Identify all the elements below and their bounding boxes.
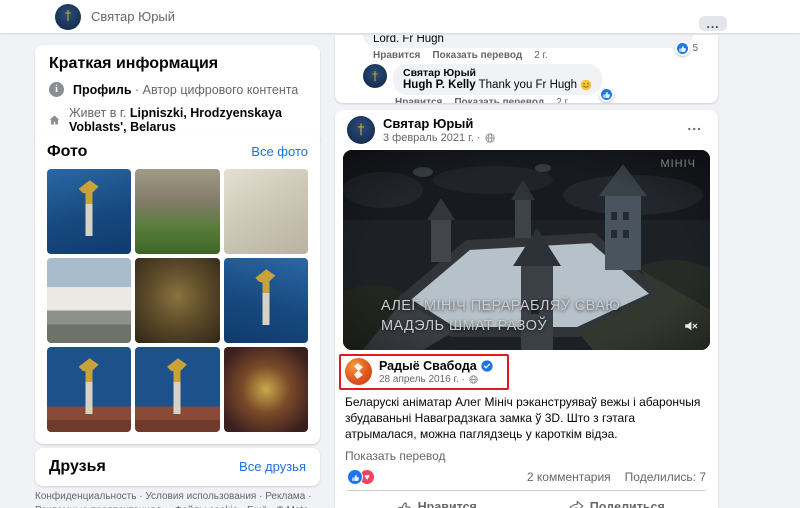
video-subtitle-line1: АЛЕГ МІНІЧ ПЕРАРАБЛЯЎ СВАЮ xyxy=(381,298,620,314)
photo-thumbnail[interactable] xyxy=(47,347,131,432)
divider xyxy=(347,490,706,491)
photo-thumbnail[interactable] xyxy=(224,169,308,254)
angel-statue-shape xyxy=(174,362,181,414)
profile-avatar[interactable]: † xyxy=(55,4,81,30)
profile-name[interactable]: Святар Юрый xyxy=(91,9,175,24)
intro-row-profile: i Профиль · Автор цифрового контента xyxy=(49,82,306,97)
info-icon: i xyxy=(49,82,64,97)
photo-thumbnail[interactable] xyxy=(135,347,219,432)
photos-title: Фото xyxy=(47,143,87,161)
reply-timestamp: 2 г. xyxy=(556,97,570,103)
reply-like-reaction-icon[interactable] xyxy=(599,87,614,102)
see-all-friends-link[interactable]: Все друзья xyxy=(239,459,306,474)
video-player[interactable]: МІНІЧ АЛЕГ МІНІЧ ПЕРАРАБЛЯЎ СВАЮ МАДЭЛЬ … xyxy=(343,150,710,350)
statue-glyph: † xyxy=(65,9,72,24)
see-all-photos-link[interactable]: Все фото xyxy=(251,144,308,159)
reply-text: Hugh P. Kelly Thank you Fr Hugh xyxy=(403,79,592,91)
friends-title: Друзья xyxy=(49,458,106,476)
reply-actions: Нравится Показать перевод 2 г. xyxy=(395,97,718,103)
reply-avatar[interactable]: † xyxy=(363,64,387,88)
angel-statue-shape xyxy=(262,273,269,325)
intro-profile-text: Профиль · Автор цифрового контента xyxy=(73,83,298,97)
comment-reply: † Святар Юрый Hugh P. Kelly Thank you Fr… xyxy=(363,64,718,95)
like-reaction-icon xyxy=(347,469,363,485)
home-icon xyxy=(49,113,60,127)
reactions-summary[interactable]: ♥ xyxy=(347,469,375,485)
post-options-button[interactable]: ... xyxy=(687,122,702,128)
mention-link[interactable]: Hugh P. Kelly xyxy=(403,79,476,91)
shares-count-link[interactable]: Поделились: 7 xyxy=(625,470,706,484)
photo-thumbnail[interactable] xyxy=(135,169,219,254)
comment-text: Lord. Fr Hugh xyxy=(373,35,444,45)
post-text: Беларускі аніматар Алег Мініч рэканструя… xyxy=(345,395,708,442)
comment-translate-link[interactable]: Показать перевод xyxy=(432,50,522,61)
post-action-buttons: Нравится Поделиться xyxy=(347,493,706,508)
statue-glyph: † xyxy=(358,122,365,138)
comment-like-count[interactable]: 5 xyxy=(675,41,698,56)
globe-icon xyxy=(469,375,478,384)
verified-badge-icon xyxy=(481,360,493,372)
mute-icon[interactable] xyxy=(683,319,698,338)
post-options-button-top[interactable]: ... xyxy=(699,16,727,31)
post-header: † Святар Юрый 3 февраль 2021 г. · ... xyxy=(335,110,718,148)
reply-author[interactable]: Святар Юрый xyxy=(403,67,592,79)
thumb-up-icon xyxy=(397,500,412,508)
post-stats-row: ♥ 2 комментария Поделились: 7 xyxy=(347,469,706,485)
comment-bubble: Lord. Fr Hugh xyxy=(363,35,693,48)
shared-source-annotation-box: Радыё Свабода 28 апрель 2016 г. · xyxy=(339,354,509,390)
like-count-number: 5 xyxy=(692,43,698,54)
photo-thumbnail[interactable] xyxy=(47,169,131,254)
like-reaction-icon xyxy=(675,41,690,56)
comment-actions: Нравится Показать перевод 2 г. xyxy=(373,50,718,61)
share-arrow-icon xyxy=(568,500,584,508)
photos-card: Фото Все фото xyxy=(35,133,320,444)
share-button[interactable]: Поделиться xyxy=(527,493,707,508)
post-author-avatar[interactable]: † xyxy=(347,116,375,144)
reply-translate-link[interactable]: Показать перевод xyxy=(454,97,544,103)
post-translate-link[interactable]: Показать перевод xyxy=(345,449,708,463)
intro-location-text: Живет в г. Lipniszki, Hrodzyenskaya Vobl… xyxy=(69,106,306,134)
photo-grid xyxy=(47,169,308,432)
shared-source-date[interactable]: 28 апрель 2016 г. · xyxy=(379,374,493,385)
video-subtitle-line2: МАДЭЛЬ ШМАТ РАЗОЎ xyxy=(381,318,547,334)
reply-bubble: Святар Юрый Hugh P. Kelly Thank you Fr H… xyxy=(393,64,602,95)
radio-svaboda-logo[interactable] xyxy=(345,358,372,385)
angel-statue-shape xyxy=(86,184,93,236)
top-navigation-bar: † Святар Юрый xyxy=(0,0,800,33)
comment-like-link[interactable]: Нравится xyxy=(373,50,420,61)
video-watermark: МІНІЧ xyxy=(660,158,696,170)
photo-thumbnail[interactable] xyxy=(224,347,308,432)
post-date[interactable]: 3 февраль 2021 г. · xyxy=(383,132,495,144)
comments-count-link[interactable]: 2 комментария xyxy=(527,470,611,484)
globe-icon xyxy=(485,133,495,143)
friends-card: Друзья Все друзья xyxy=(35,448,320,486)
photo-thumbnail[interactable] xyxy=(135,258,219,343)
photo-thumbnail[interactable] xyxy=(47,258,131,343)
shared-source-name[interactable]: Радыё Свабода xyxy=(379,359,493,373)
intro-title: Краткая информация xyxy=(49,55,306,73)
smiley-emoji-icon xyxy=(580,79,592,91)
intro-card: Краткая информация i Профиль · Автор циф… xyxy=(35,45,320,146)
statue-glyph: † xyxy=(372,69,378,83)
comment-timestamp: 2 г. xyxy=(534,50,548,61)
post-card: † Святар Юрый 3 февраль 2021 г. · ... xyxy=(335,110,718,508)
post-author-name[interactable]: Святар Юрый xyxy=(383,116,495,131)
intro-row-location: Живет в г. Lipniszki, Hrodzyenskaya Vobl… xyxy=(49,106,306,134)
photo-thumbnail[interactable] xyxy=(224,258,308,343)
legal-footer[interactable]: Конфиденциальность · Условия использован… xyxy=(35,490,325,508)
comments-card: Lord. Fr Hugh 5 Нравится Показать перево… xyxy=(335,35,718,103)
like-button[interactable]: Нравится xyxy=(347,493,527,508)
reply-like-link[interactable]: Нравится xyxy=(395,97,442,103)
angel-statue-shape xyxy=(86,362,93,414)
